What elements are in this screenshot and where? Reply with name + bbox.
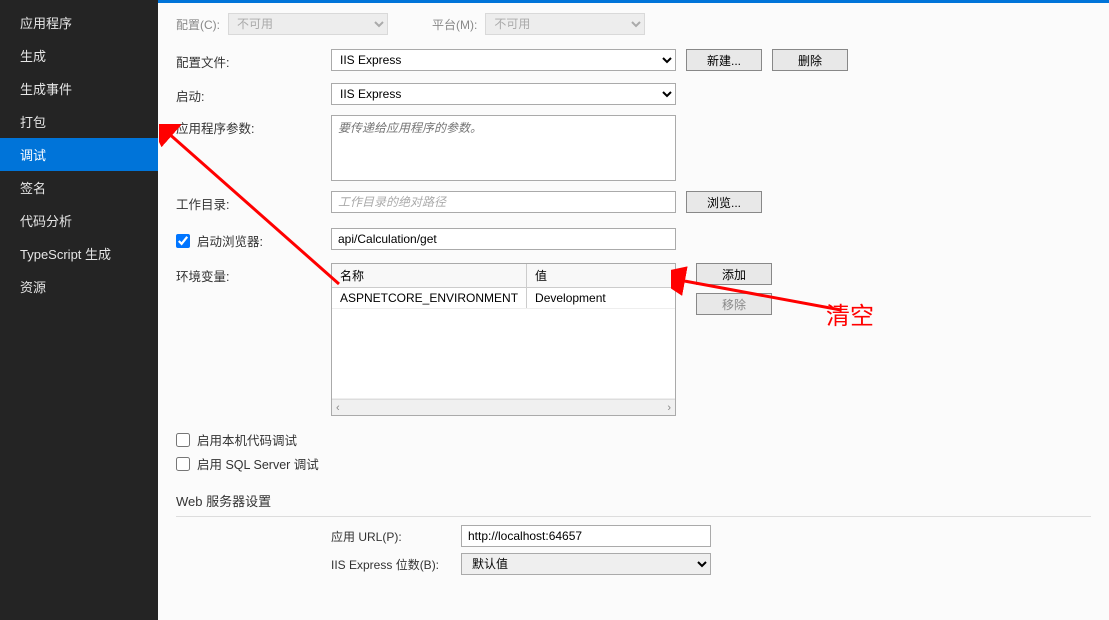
sidebar-item-build[interactable]: 生成: [0, 39, 158, 72]
platform-label: 平台(M):: [432, 16, 477, 33]
config-label: 配置(C):: [176, 16, 220, 33]
launch-label: 启动:: [176, 83, 331, 105]
sidebar-item-resources[interactable]: 资源: [0, 270, 158, 303]
launch-browser-checkbox[interactable]: [176, 234, 190, 248]
sidebar-item-build-events[interactable]: 生成事件: [0, 72, 158, 105]
launch-select[interactable]: IIS Express: [331, 83, 676, 105]
add-env-button[interactable]: 添加: [696, 263, 772, 285]
launch-browser-label: 启动浏览器:: [197, 231, 263, 250]
app-url-input[interactable]: [461, 525, 711, 547]
native-debug-label: 启用本机代码调试: [197, 430, 297, 449]
app-args-label: 应用程序参数:: [176, 115, 331, 137]
sql-debug-checkbox[interactable]: [176, 457, 190, 471]
remove-env-button[interactable]: 移除: [696, 293, 772, 315]
sidebar-item-typescript-build[interactable]: TypeScript 生成: [0, 237, 158, 270]
sidebar-item-application[interactable]: 应用程序: [0, 6, 158, 39]
app-url-label: 应用 URL(P):: [331, 528, 461, 545]
app-args-textarea[interactable]: [331, 115, 676, 181]
sidebar-item-signing[interactable]: 签名: [0, 171, 158, 204]
main-panel: 配置(C): 不可用 平台(M): 不可用 配置文件: IIS Express …: [158, 0, 1109, 620]
env-table-scrollbar[interactable]: ‹ ›: [332, 399, 675, 415]
sidebar-item-code-analysis[interactable]: 代码分析: [0, 204, 158, 237]
scroll-right-icon[interactable]: ›: [667, 402, 671, 414]
env-row[interactable]: ASPNETCORE_ENVIRONMENT Development: [332, 288, 675, 309]
profile-select[interactable]: IIS Express: [331, 49, 676, 71]
delete-profile-button[interactable]: 删除: [772, 49, 848, 71]
env-vars-table[interactable]: 名称 值 ASPNETCORE_ENVIRONMENT Development: [331, 263, 676, 416]
browse-workdir-button[interactable]: 浏览...: [686, 191, 762, 213]
config-select: 不可用: [228, 13, 388, 35]
sidebar-item-debug[interactable]: 调试: [0, 138, 158, 171]
iis-bits-select[interactable]: 默认值: [461, 553, 711, 575]
profile-label: 配置文件:: [176, 49, 331, 71]
env-row-name: ASPNETCORE_ENVIRONMENT: [332, 288, 527, 309]
env-col-value: 值: [527, 264, 675, 288]
platform-select: 不可用: [485, 13, 645, 35]
webserver-section-title: Web 服务器设置: [176, 491, 1091, 517]
sidebar: 应用程序 生成 生成事件 打包 调试 签名 代码分析 TypeScript 生成…: [0, 0, 158, 620]
native-debug-checkbox[interactable]: [176, 433, 190, 447]
iis-bits-label: IIS Express 位数(B):: [331, 556, 461, 573]
new-profile-button[interactable]: 新建...: [686, 49, 762, 71]
sql-debug-label: 启用 SQL Server 调试: [197, 454, 319, 473]
scroll-left-icon[interactable]: ‹: [336, 402, 340, 414]
env-row-value: Development: [527, 288, 675, 309]
workdir-input[interactable]: [331, 191, 676, 213]
workdir-label: 工作目录:: [176, 191, 331, 213]
browser-url-input[interactable]: [331, 228, 676, 250]
env-col-name: 名称: [332, 264, 527, 288]
sidebar-item-package[interactable]: 打包: [0, 105, 158, 138]
env-vars-label: 环境变量:: [176, 263, 331, 285]
